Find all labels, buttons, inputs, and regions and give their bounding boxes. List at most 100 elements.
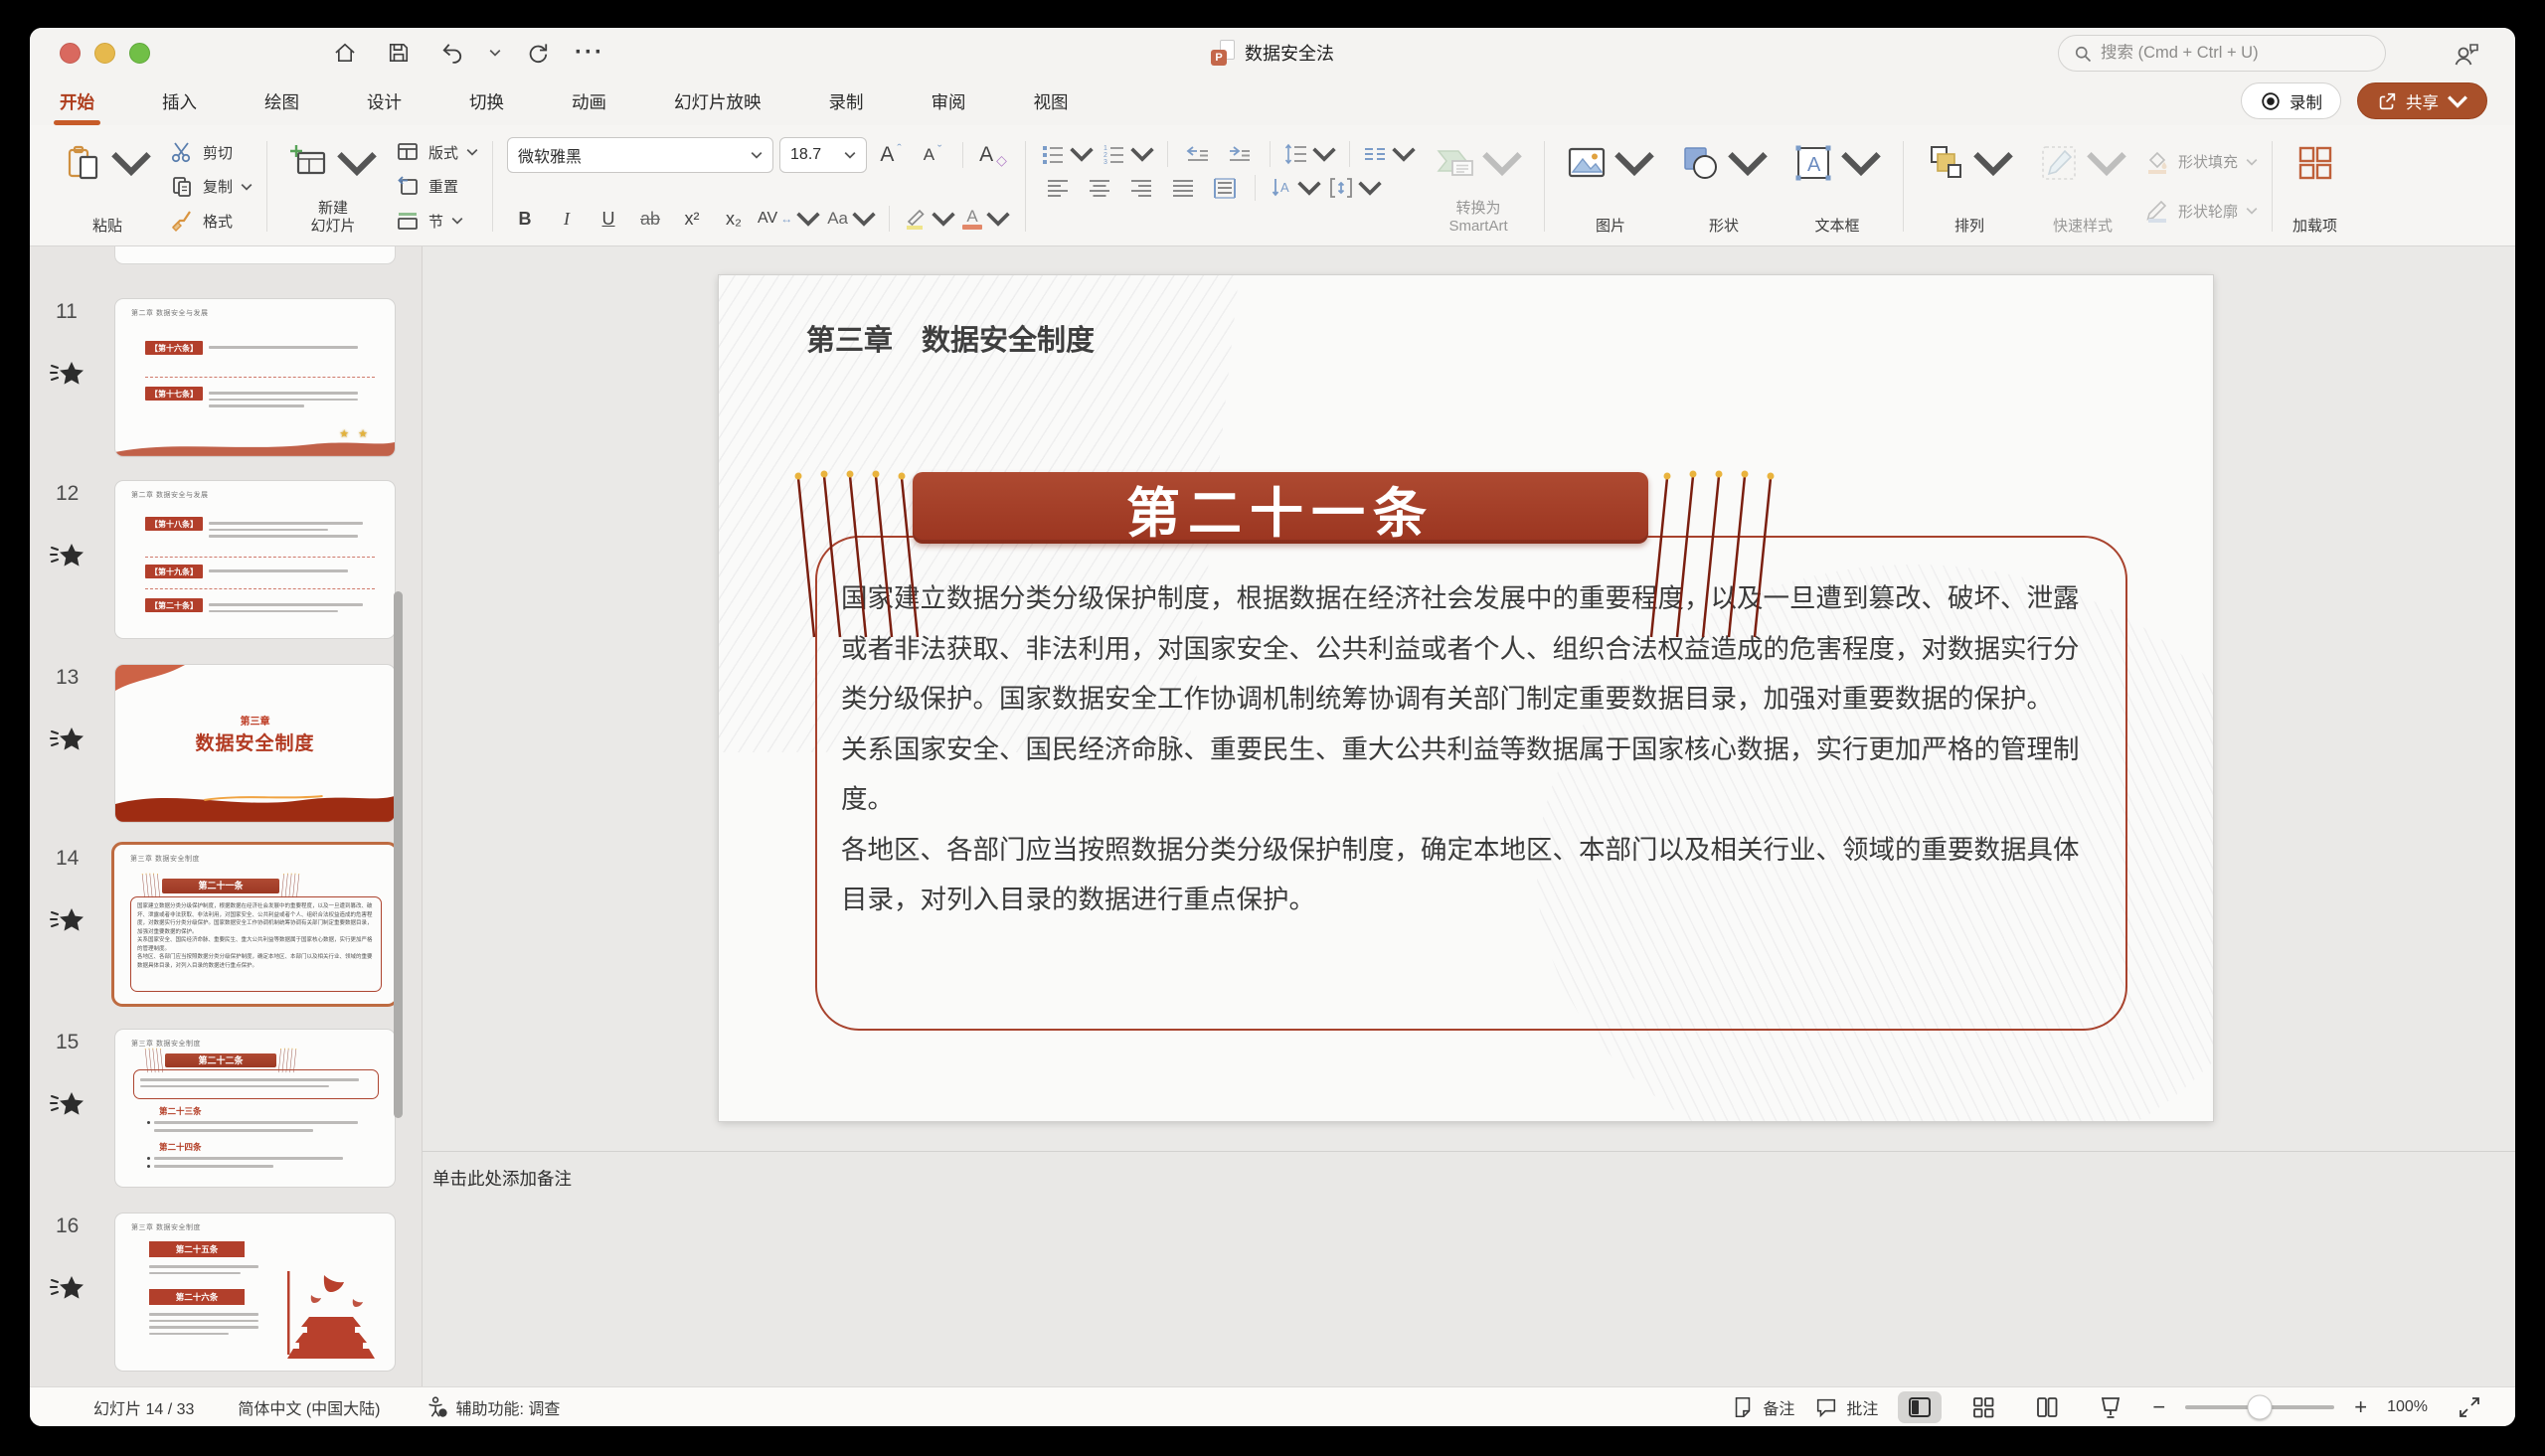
distribute-text-button[interactable] xyxy=(1207,171,1243,205)
home-icon[interactable] xyxy=(328,36,362,70)
add-ins-button[interactable]: 加载项 xyxy=(2287,135,2343,238)
thumbnail-slide-14-selected[interactable]: 第三章 数据安全制度 第二十一条 国家建立数据分类分级保护制度，根据数据在经济社… xyxy=(111,842,399,1007)
zoom-out-button[interactable]: − xyxy=(2152,1397,2165,1417)
new-slide-button[interactable]: 新建幻灯片 xyxy=(281,135,385,238)
picture-button[interactable]: 图片 xyxy=(1559,135,1662,238)
record-button[interactable]: 录制 xyxy=(2241,82,2341,119)
format-painter-button[interactable]: 格式 xyxy=(169,206,253,236)
slide-chapter-header[interactable]: 第三章 数据安全制度 xyxy=(806,317,1095,359)
zoom-slider[interactable] xyxy=(2185,1405,2334,1409)
text-direction-button[interactable]: A xyxy=(1268,171,1322,205)
slide-indicator[interactable]: 幻灯片 14 / 33 xyxy=(93,1395,194,1419)
thumbnail-slide-16[interactable]: 第三章 数据安全制度 第二十五条 第二十六条 xyxy=(114,1213,396,1372)
feedback-person-icon[interactable] xyxy=(2452,40,2481,70)
section-button[interactable]: 节 xyxy=(395,206,478,236)
zoom-level[interactable]: 100% xyxy=(2387,1398,2428,1416)
thumbnail-slide-12[interactable]: 第二章 数据安全与发展 【第十八条】 【第十九条】 【第二十条】 xyxy=(114,480,396,639)
grow-font-button[interactable]: Aˆ xyxy=(873,138,909,172)
strikethrough-button[interactable]: ab xyxy=(632,202,668,236)
thumbnail-slide-10-partial[interactable] xyxy=(114,246,396,264)
layout-button[interactable]: 版式 xyxy=(395,137,478,167)
font-size-combobox[interactable]: 18.7 xyxy=(779,137,867,173)
tab-design[interactable]: 设计 xyxy=(365,89,404,114)
reset-button[interactable]: 重置 xyxy=(395,172,478,202)
accessibility-status[interactable]: ! 辅助功能: 调查 xyxy=(424,1395,561,1419)
align-left-button[interactable] xyxy=(1040,171,1076,205)
clear-formatting-button[interactable]: A◇ xyxy=(975,138,1011,172)
redo-button[interactable] xyxy=(521,36,555,70)
change-case-button[interactable]: Aa xyxy=(827,202,877,236)
font-color-button[interactable]: A xyxy=(962,202,1011,236)
reading-view-button[interactable] xyxy=(2025,1391,2069,1423)
zoom-slider-thumb[interactable] xyxy=(2248,1394,2273,1419)
powerpoint-doc-icon: P xyxy=(1211,40,1235,66)
notes-pane[interactable]: 单击此处添加备注 xyxy=(423,1151,2515,1386)
tab-insert[interactable]: 插入 xyxy=(160,89,199,114)
tab-review[interactable]: 审阅 xyxy=(930,89,968,114)
tab-view[interactable]: 视图 xyxy=(1032,89,1071,114)
search-input[interactable] xyxy=(2101,44,2371,63)
save-icon[interactable] xyxy=(382,36,416,70)
language-indicator[interactable]: 简体中文 (中国大陆) xyxy=(238,1395,380,1419)
undo-menu-chevron-icon[interactable] xyxy=(489,49,501,57)
bullets-button[interactable] xyxy=(1040,137,1095,171)
arrange-button[interactable]: 排列 xyxy=(1918,135,2021,238)
thumbnail-slide-13[interactable]: 第三章 数据安全制度 xyxy=(114,664,396,823)
increase-indent-button[interactable] xyxy=(1222,137,1258,171)
tab-animations[interactable]: 动画 xyxy=(570,89,608,114)
tab-record[interactable]: 录制 xyxy=(827,89,866,114)
tab-slideshow[interactable]: 幻灯片放映 xyxy=(672,89,764,114)
tab-transitions[interactable]: 切换 xyxy=(467,89,506,114)
search-box[interactable] xyxy=(2058,35,2386,72)
paste-button[interactable]: 粘贴 xyxy=(56,135,159,238)
text-box-button[interactable]: A 文本框 xyxy=(1785,135,1889,238)
shapes-button[interactable]: 形状 xyxy=(1672,135,1776,238)
article-body-text[interactable]: 国家建立数据分类分级保护制度，根据数据在经济社会发展中的重要程度，以及一旦遭到篡… xyxy=(841,573,2104,925)
cut-button[interactable]: 剪切 xyxy=(169,137,253,167)
shape-fill-button[interactable]: 形状填充 xyxy=(2144,147,2258,177)
notes-toggle-button[interactable]: 备注 xyxy=(1731,1395,1794,1419)
thumbnail-slide-15[interactable]: 第三章 数据安全制度 第二十二条 第二十三条 第二十四条 xyxy=(114,1029,396,1188)
quick-styles-button[interactable]: 快速样式 xyxy=(2031,135,2134,238)
normal-view-button[interactable] xyxy=(1898,1391,1942,1423)
more-toolbar-options-icon[interactable]: ··· xyxy=(575,39,604,67)
tab-draw[interactable]: 绘图 xyxy=(262,89,301,114)
close-window-button[interactable] xyxy=(60,43,81,64)
justify-button[interactable] xyxy=(1165,171,1201,205)
decrease-indent-button[interactable] xyxy=(1180,137,1216,171)
minimize-window-button[interactable] xyxy=(94,43,115,64)
columns-button[interactable] xyxy=(1362,137,1417,171)
shrink-font-button[interactable]: Aˇ xyxy=(915,138,950,172)
align-center-button[interactable] xyxy=(1082,171,1117,205)
numbering-button[interactable]: 123 xyxy=(1101,137,1155,171)
text-highlight-button[interactable] xyxy=(902,202,956,236)
character-spacing-button[interactable]: AV↔ xyxy=(758,202,821,236)
tab-home[interactable]: 开始 xyxy=(58,89,96,114)
fullscreen-button[interactable] xyxy=(2448,1391,2491,1423)
font-name-combobox[interactable]: 微软雅黑 xyxy=(507,137,773,173)
thumbnail-slide-11[interactable]: 第二章 数据安全与发展 【第十六条】 【第十七条】 ★ ★ xyxy=(114,298,396,457)
shape-outline-button[interactable]: 形状轮廓 xyxy=(2144,196,2258,226)
powerpoint-window: ··· P 数据安全法 开始 插入 绘图 设计 切换 动画 幻灯片放映 录制 审… xyxy=(30,28,2515,1426)
zoom-window-button[interactable] xyxy=(129,43,150,64)
superscript-button[interactable]: x² xyxy=(674,202,710,236)
thumbnail-scrollbar[interactable] xyxy=(394,591,403,1118)
italic-button[interactable]: I xyxy=(549,202,585,236)
article-banner[interactable]: 第二十一条 xyxy=(913,472,1648,544)
subscript-button[interactable]: x₂ xyxy=(716,202,752,236)
notes-placeholder[interactable]: 单击此处添加备注 xyxy=(432,1166,572,1191)
undo-button[interactable] xyxy=(435,36,469,70)
vertical-align-button[interactable] xyxy=(1328,171,1383,205)
line-spacing-button[interactable] xyxy=(1282,137,1337,171)
comments-toggle-button[interactable]: 批注 xyxy=(1814,1395,1878,1419)
slide-sorter-view-button[interactable] xyxy=(1961,1391,2005,1423)
current-slide[interactable]: 第三章 数据安全制度 第二十一条 国家建立数据分类分级保护制度，根据数据在经济社… xyxy=(719,275,2213,1121)
zoom-in-button[interactable]: + xyxy=(2354,1397,2367,1417)
convert-to-smartart-button[interactable]: 转换为SmartArt xyxy=(1427,135,1530,238)
align-right-button[interactable] xyxy=(1123,171,1159,205)
underline-button[interactable]: U xyxy=(591,202,626,236)
bold-button[interactable]: B xyxy=(507,202,543,236)
slideshow-view-button[interactable] xyxy=(2089,1391,2132,1423)
copy-button[interactable]: 复制 xyxy=(169,172,253,202)
share-button[interactable]: 共享 xyxy=(2357,82,2487,119)
